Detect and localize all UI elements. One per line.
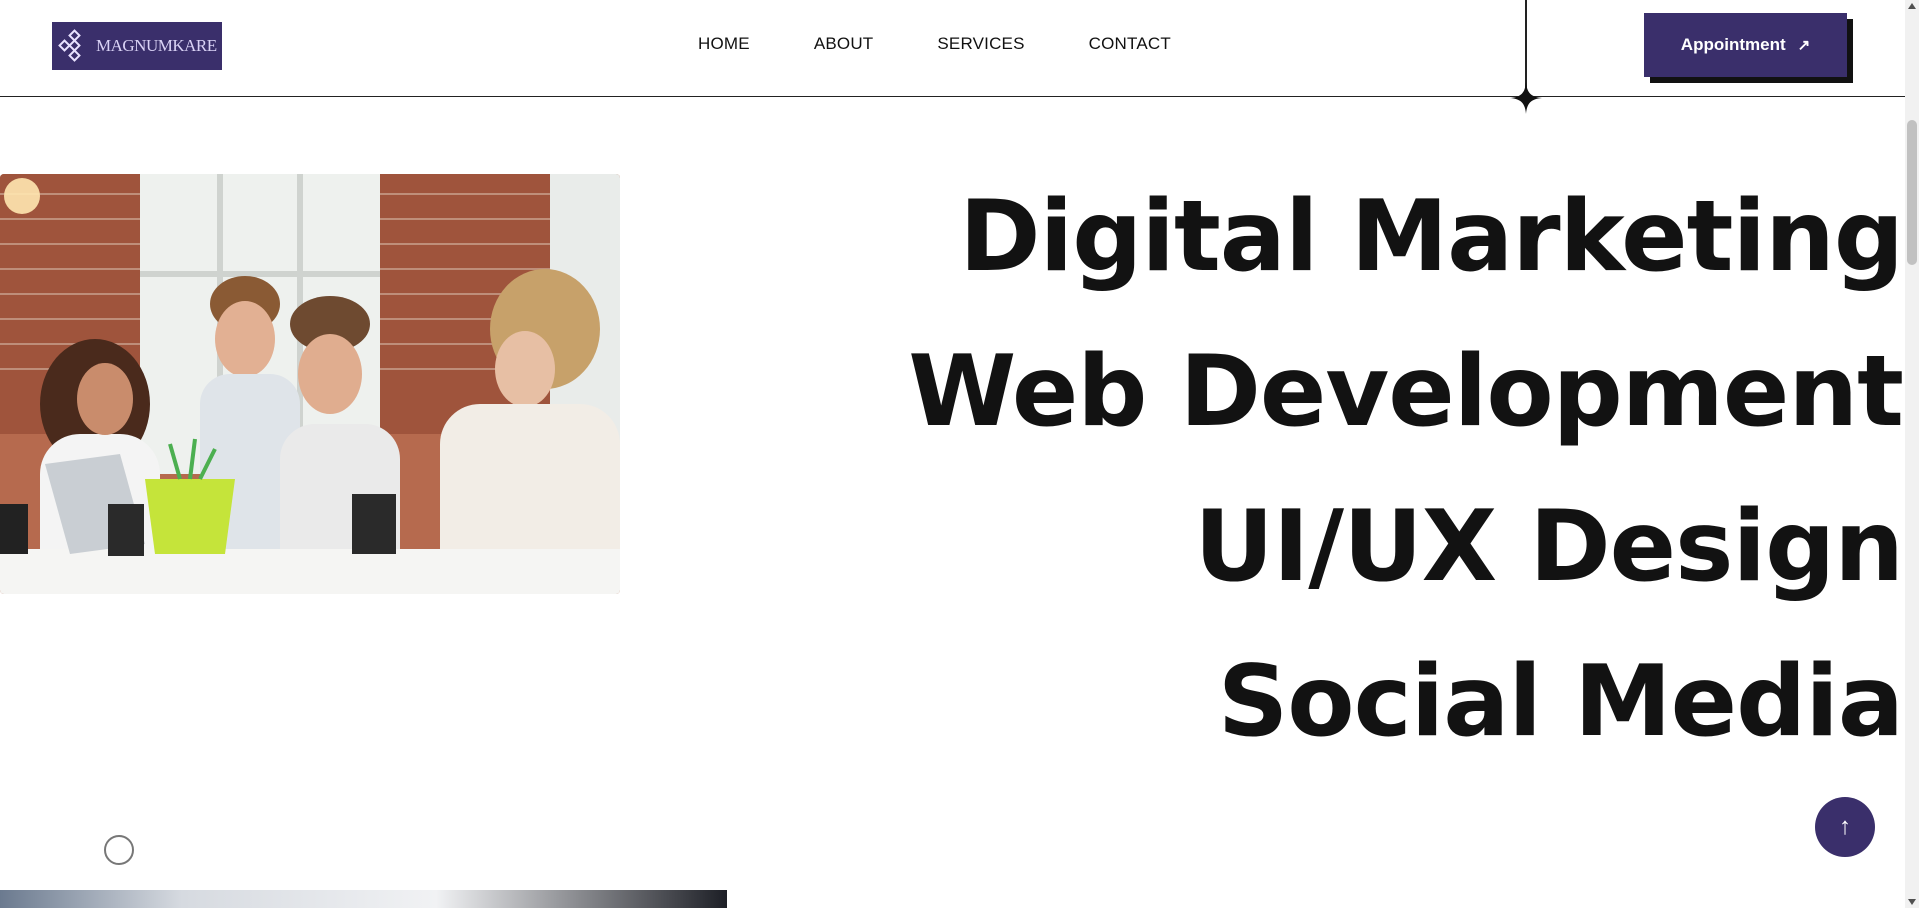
appointment-button[interactable]: Appointment ↗ — [1644, 13, 1847, 77]
headline-web-development: Web Development — [908, 335, 1904, 449]
circle-marker[interactable] — [104, 835, 134, 865]
logo-icon — [58, 29, 90, 62]
nav-about[interactable]: ABOUT — [814, 34, 874, 54]
page-scrollbar[interactable] — [1905, 0, 1919, 908]
brand-logo[interactable]: MAGNUMKARE — [52, 22, 222, 70]
nav-home[interactable]: HOME — [698, 34, 750, 54]
scroll-up-icon[interactable] — [1908, 3, 1916, 9]
headline-digital-marketing: Digital Marketing — [959, 180, 1904, 294]
scroll-down-icon[interactable] — [1908, 899, 1916, 905]
services-headline-list: Digital Marketing Web Development UI/UX … — [903, 160, 1904, 780]
photo-illustration — [0, 174, 620, 594]
team-meeting-photo — [0, 174, 620, 594]
back-to-top-button[interactable]: ↑ — [1815, 797, 1875, 857]
nav-contact[interactable]: CONTACT — [1089, 34, 1171, 54]
headline-social-media: Social Media — [1217, 645, 1904, 759]
site-header: MAGNUMKARE HOME ABOUT SERVICES CONTACT A… — [0, 0, 1905, 97]
sparkle-icon — [1510, 82, 1542, 114]
next-section-image — [0, 890, 727, 908]
headline-ui-ux-design: UI/UX Design — [1194, 490, 1904, 604]
appointment-label: Appointment — [1680, 35, 1786, 54]
logo-text: MAGNUMKARE — [96, 36, 217, 55]
nav-services[interactable]: SERVICES — [937, 34, 1024, 54]
arrow-up-right-icon: ↗ — [1797, 37, 1811, 54]
scrollbar-thumb[interactable] — [1907, 120, 1917, 265]
arrow-up-icon: ↑ — [1839, 813, 1851, 840]
next-section-image-preview — [0, 890, 727, 908]
main-nav: HOME ABOUT SERVICES CONTACT — [698, 34, 1235, 54]
